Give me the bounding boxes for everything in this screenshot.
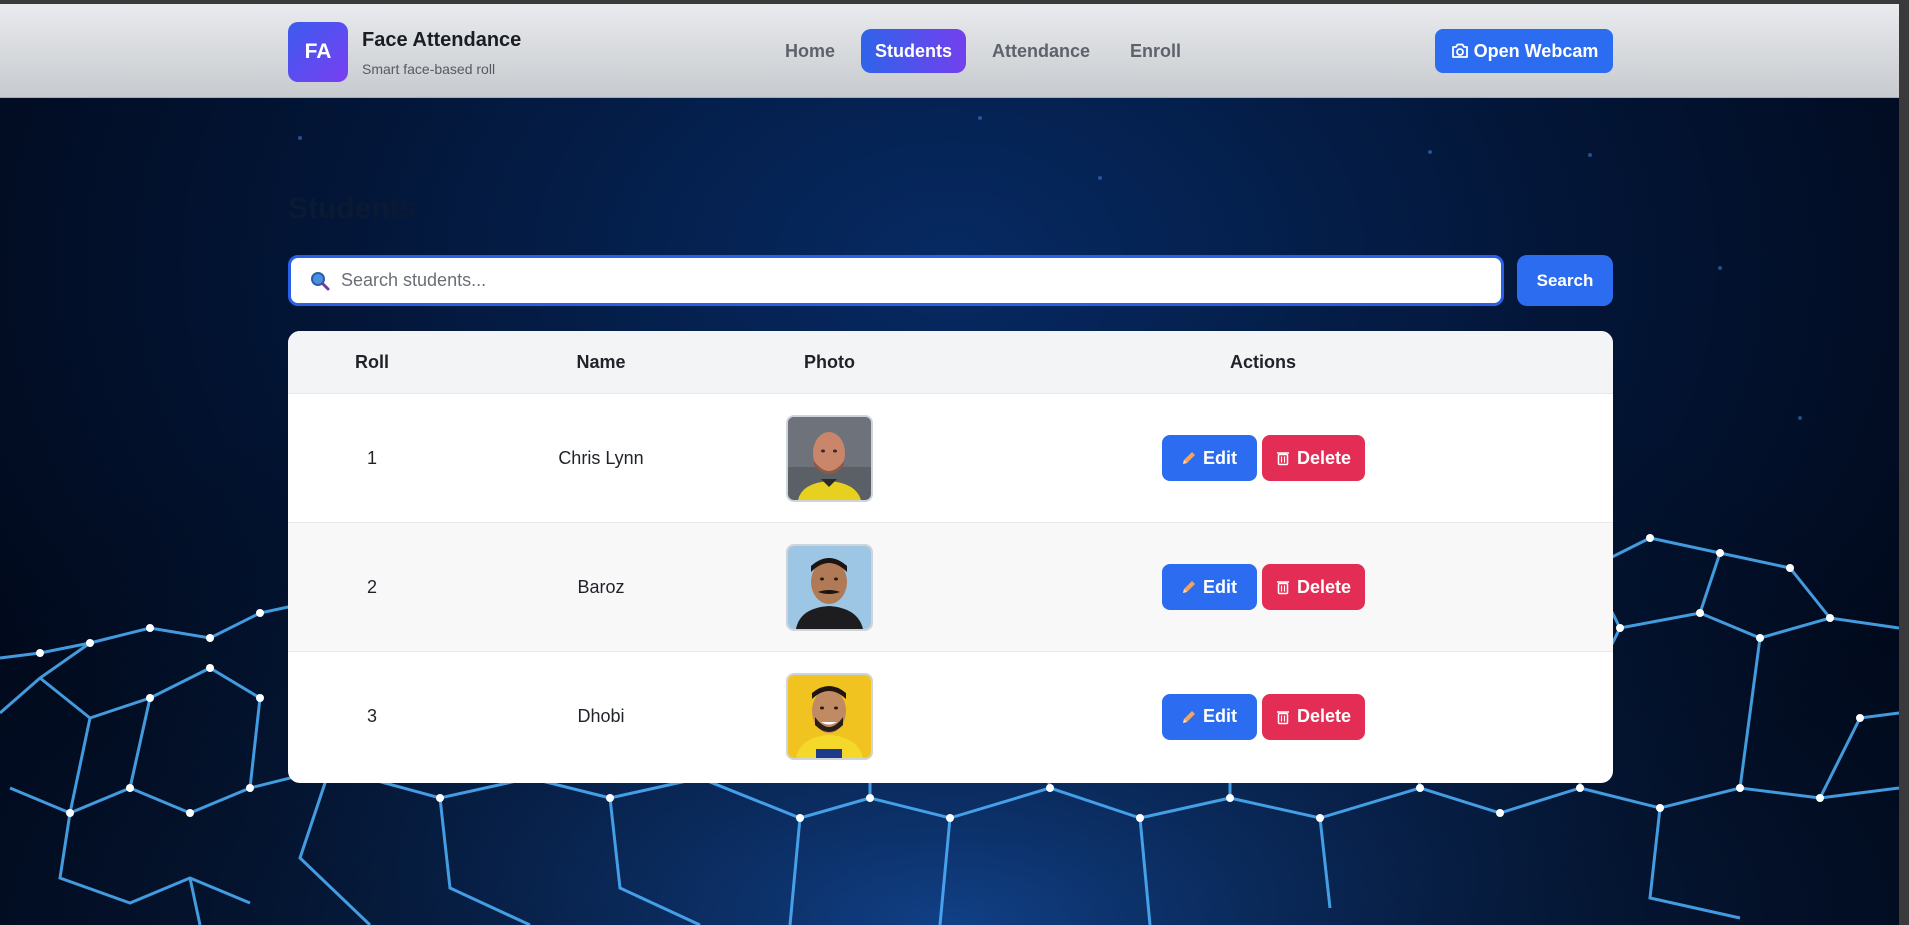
table-row: 3 Dhobi Edit Delete xyxy=(288,652,1613,781)
trash-icon xyxy=(1276,581,1289,595)
main-nav: Home Students Attendance Enroll xyxy=(771,29,1207,73)
portrait-icon xyxy=(788,675,871,758)
portrait-icon xyxy=(788,545,871,629)
student-photo[interactable] xyxy=(786,673,873,760)
column-header-photo: Photo xyxy=(804,351,855,372)
app-title: Face Attendance xyxy=(362,29,522,51)
name-cell: Chris Lynn xyxy=(558,447,644,468)
pencil-icon xyxy=(1183,452,1195,464)
edit-label: Edit xyxy=(1203,447,1237,468)
delete-label: Delete xyxy=(1296,576,1352,597)
trash-icon xyxy=(1276,710,1289,724)
search-icon xyxy=(311,271,330,290)
photo-cell xyxy=(746,673,913,760)
students-table: Roll Name Photo Actions 1 Chris Lynn Edi… xyxy=(288,331,1613,783)
name-cell: Baroz xyxy=(577,576,625,597)
edit-button[interactable]: Edit xyxy=(1161,564,1257,610)
window-right-border xyxy=(1899,0,1909,925)
app-subtitle: Smart face-based roll xyxy=(362,61,496,77)
camera-icon xyxy=(1451,43,1468,58)
table-row: 2 Baroz Edit Delete xyxy=(288,523,1613,652)
search-button[interactable]: Search xyxy=(1517,255,1613,306)
portrait-icon xyxy=(788,416,871,500)
top-navbar: FA Face Attendance Smart face-based roll… xyxy=(0,4,1899,98)
photo-cell xyxy=(746,543,913,631)
open-webcam-label: Open Webcam xyxy=(1473,40,1599,61)
photo-cell xyxy=(746,414,913,502)
edit-label: Edit xyxy=(1203,576,1237,597)
student-photo[interactable] xyxy=(786,543,873,631)
search-input[interactable] xyxy=(341,270,1501,291)
column-header-name[interactable]: Name xyxy=(456,352,746,373)
delete-button[interactable]: Delete xyxy=(1261,564,1365,610)
edit-button[interactable]: Edit xyxy=(1161,693,1257,740)
nav-home[interactable]: Home xyxy=(771,29,849,73)
table-row: 1 Chris Lynn Edit Delete xyxy=(288,394,1613,523)
edit-button[interactable]: Edit xyxy=(1161,435,1257,481)
actions-cell: Edit Delete xyxy=(913,693,1613,740)
delete-label: Delete xyxy=(1296,706,1352,726)
nav-students[interactable]: Students xyxy=(861,29,967,73)
search-box xyxy=(288,255,1504,306)
column-header-roll[interactable]: Roll xyxy=(288,352,456,373)
table-header: Roll Name Photo Actions xyxy=(288,331,1613,394)
edit-label: Edit xyxy=(1203,706,1237,726)
delete-button[interactable]: Delete xyxy=(1261,435,1365,481)
nav-attendance[interactable]: Attendance xyxy=(978,29,1104,73)
roll-cell: 1 xyxy=(366,447,377,468)
roll-cell: 3 xyxy=(366,706,377,726)
column-header-actions: Actions xyxy=(1229,351,1296,372)
app-logo[interactable]: FA xyxy=(288,22,348,82)
page-title: Students xyxy=(288,192,417,225)
pencil-icon xyxy=(1183,710,1195,723)
name-cell: Dhobi xyxy=(577,706,625,726)
open-webcam-button[interactable]: Open Webcam xyxy=(1435,29,1613,73)
pencil-icon xyxy=(1183,581,1195,593)
nav-enroll[interactable]: Enroll xyxy=(1116,29,1195,73)
delete-button[interactable]: Delete xyxy=(1261,693,1365,740)
delete-label: Delete xyxy=(1296,447,1352,468)
trash-icon xyxy=(1276,452,1289,466)
actions-cell: Edit Delete xyxy=(913,564,1613,610)
actions-cell: Edit Delete xyxy=(913,435,1613,481)
student-photo[interactable] xyxy=(786,414,873,502)
roll-cell: 2 xyxy=(366,576,377,597)
